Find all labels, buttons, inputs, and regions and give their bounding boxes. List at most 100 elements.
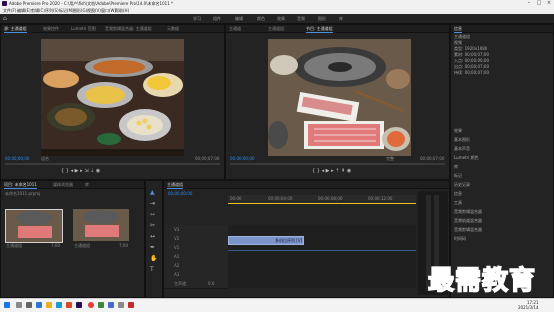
panel-item[interactable]: 音频轨道混合器 (454, 218, 482, 224)
tab-media-browser[interactable]: 媒体浏览器 (53, 182, 73, 188)
lift-icon[interactable]: ⇡ (335, 168, 339, 174)
workspace-effects[interactable]: 效果 (277, 16, 285, 22)
panel-item[interactable]: 基本声音 (454, 146, 470, 152)
source-fit-dropdown[interactable]: 适合 (41, 156, 49, 162)
panel-item[interactable]: 历史记录 (454, 182, 470, 188)
track-lanes[interactable] (228, 225, 416, 288)
source-timecode-in[interactable]: 00;00;00;00 (5, 156, 29, 161)
tab-source[interactable]: 源: 主通道组 (4, 26, 27, 33)
insert-icon[interactable]: ⇲ (84, 168, 88, 174)
prog-mark-out-icon[interactable]: } (317, 168, 320, 174)
ripple-edit-icon[interactable]: ⇿ (150, 209, 157, 220)
workspace-editing[interactable]: 编辑 (235, 16, 243, 22)
panel-item[interactable]: 库 (454, 164, 458, 170)
windows-start-icon[interactable] (4, 302, 10, 308)
close-button[interactable]: × (544, 0, 554, 7)
track-name[interactable]: A1 (174, 254, 179, 259)
tab-info[interactable]: 信息 (454, 26, 462, 33)
tab-audio-clip-mixer[interactable]: 音频剪辑混合器: 主通道组 (105, 26, 152, 32)
master-volume-value[interactable]: 0.0 (208, 281, 214, 286)
play-icon[interactable]: ▶ (75, 168, 79, 174)
track-name[interactable]: V3 (174, 227, 179, 232)
source-video-frame[interactable] (41, 39, 184, 156)
tab-sequence[interactable]: 主通道组 (167, 182, 183, 189)
program-scrub-bar[interactable] (230, 163, 445, 165)
tab-libraries[interactable]: 库 (85, 182, 89, 188)
panel-item[interactable]: 信息 (454, 191, 462, 197)
source-scrub-bar[interactable] (5, 163, 220, 165)
program-timecode-in[interactable]: 00;00;00;00 (230, 156, 254, 161)
panel-item[interactable]: 效果 (454, 128, 462, 134)
premiere-taskbar-icon[interactable] (76, 302, 82, 308)
minimize-button[interactable]: – (524, 0, 534, 7)
workspace-assembly[interactable]: 组件 (213, 16, 221, 22)
panel-item[interactable]: 标记 (454, 173, 462, 179)
step-back-icon[interactable]: ◂ (71, 168, 74, 174)
timeline-timecode[interactable]: 00;00;00;00 (168, 191, 192, 196)
task-view-icon[interactable] (26, 302, 32, 308)
extract-icon[interactable]: ⇞ (341, 168, 345, 174)
project-item-duration: 7;00 (119, 243, 128, 248)
type-tool-icon[interactable]: T (150, 264, 157, 275)
tab-metadata[interactable]: 元数据 (167, 26, 179, 32)
edge-icon[interactable] (36, 302, 42, 308)
app-icon[interactable] (118, 302, 124, 308)
tab-lumetri-scopes[interactable]: Lumetri 范围 (71, 26, 96, 32)
track-name[interactable]: A3 (174, 272, 179, 277)
selection-tool-icon[interactable]: ▲ (150, 187, 157, 198)
prog-export-frame-icon[interactable]: ◉ (347, 168, 351, 174)
app-icon[interactable] (108, 302, 114, 308)
clock[interactable]: 17:21 2021/3/14 (518, 300, 539, 310)
project-item-thumbnail[interactable] (73, 209, 129, 241)
workspace-graphics[interactable]: 图形 (318, 16, 326, 22)
prog-step-back-icon[interactable]: ◂ (322, 168, 325, 174)
panel-item[interactable]: 基本图形 (454, 137, 470, 143)
workspace-learn[interactable]: 学习 (193, 16, 201, 22)
export-frame-icon[interactable]: ◉ (96, 168, 100, 174)
panel-item[interactable]: Lumetri 颜色 (454, 155, 479, 161)
workspace-color[interactable]: 颜色 (257, 16, 265, 22)
program-fit-dropdown[interactable]: 完整 (386, 156, 394, 162)
tab-program[interactable]: 节目: 主通道组 (306, 26, 333, 33)
overwrite-icon[interactable]: ⇣ (90, 168, 94, 174)
prog-step-forward-icon[interactable]: ▸ (331, 168, 334, 174)
search-icon[interactable] (16, 302, 22, 308)
tab-program-group[interactable]: 主通道组 (268, 26, 284, 32)
explorer-icon[interactable] (46, 302, 52, 308)
step-forward-icon[interactable]: ▸ (80, 168, 83, 174)
program-video-frame[interactable] (268, 39, 411, 156)
tab-project[interactable]: 项目: 未命名1011 (4, 182, 37, 189)
app-icon[interactable] (128, 302, 134, 308)
track-select-icon[interactable]: ⇥ (150, 198, 157, 209)
track-name[interactable]: 主声道 (174, 281, 186, 287)
hand-tool-icon[interactable]: ✋ (150, 253, 157, 264)
source-transport-controls: { } ◂ ▶ ▸ ⇲ ⇣ ◉ (61, 168, 100, 174)
mark-in-icon[interactable]: { (61, 168, 64, 174)
track-name[interactable]: A2 (174, 263, 179, 268)
workspace-libraries[interactable]: 库 (339, 16, 343, 22)
track-name[interactable]: V2 (174, 236, 179, 241)
mark-out-icon[interactable]: } (66, 168, 69, 174)
razor-tool-icon[interactable]: ✂ (150, 220, 157, 231)
workspace-audio[interactable]: 音频 (297, 16, 305, 22)
pen-tool-icon[interactable]: ✒ (150, 242, 157, 253)
track-name[interactable]: V1 (174, 245, 179, 250)
slip-tool-icon[interactable]: ↔ (150, 231, 157, 242)
home-icon[interactable]: ⌂ (3, 15, 9, 22)
panel-item[interactable]: 音频剪辑混合器 (454, 209, 482, 215)
work-area-bar[interactable] (228, 203, 416, 204)
panel-item[interactable]: 音频剪辑混合器 (454, 227, 482, 233)
prog-play-icon[interactable]: ▶ (326, 168, 330, 174)
app-icon[interactable] (56, 302, 62, 308)
panel-item[interactable]: 工具 (454, 200, 462, 206)
prog-mark-in-icon[interactable]: { (312, 168, 315, 174)
tab-program-alt[interactable]: 主通道 (229, 26, 241, 32)
app-icon[interactable] (98, 302, 104, 308)
info-tab-row: 信息 (451, 25, 553, 33)
maximize-button[interactable]: □ (534, 0, 544, 7)
tab-effect-controls[interactable]: 效果控件 (43, 26, 59, 32)
panel-item[interactable]: 时间码 (454, 236, 466, 242)
app-icon[interactable] (88, 302, 94, 308)
project-item-thumbnail[interactable] (5, 209, 63, 243)
app-icon[interactable] (66, 302, 72, 308)
